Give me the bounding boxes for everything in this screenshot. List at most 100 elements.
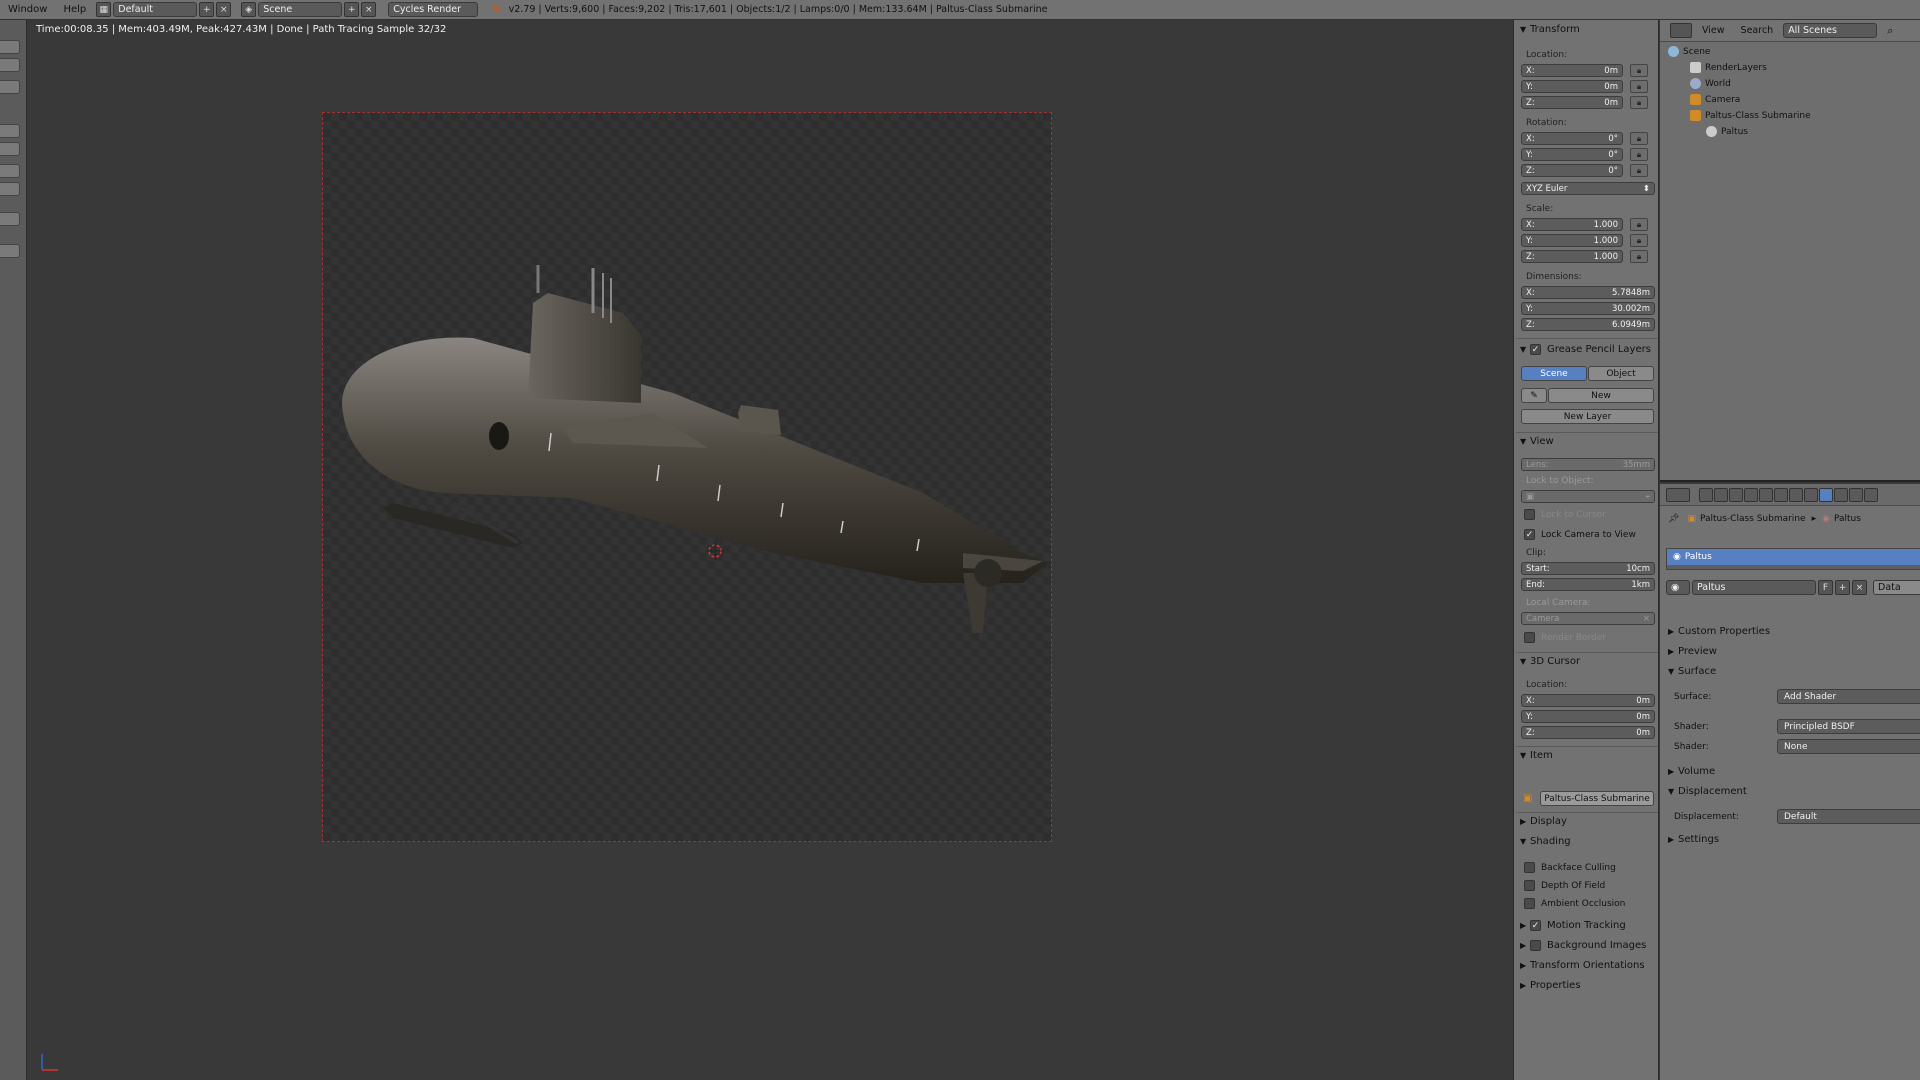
scene-field[interactable]: Scene: [258, 2, 343, 17]
scale-z-field[interactable]: Z: 1.000: [1521, 250, 1623, 263]
screen-layout-icon[interactable]: ▦: [96, 2, 112, 17]
render-tab-icon[interactable]: [1699, 487, 1713, 502]
lock-icon[interactable]: 🔒︎: [1630, 64, 1648, 77]
lock-to-cursor-checkbox[interactable]: Lock to Cursor: [1524, 509, 1606, 520]
outliner-search-menu[interactable]: Search: [1741, 25, 1774, 36]
material-slot[interactable]: ◉ Paltus: [1667, 549, 1920, 565]
tab-scene[interactable]: Scene: [1521, 366, 1587, 381]
pencil-icon[interactable]: ✎: [1521, 388, 1547, 403]
3d-cursor-header[interactable]: ▼ 3D Cursor: [1520, 656, 1580, 667]
cursor-y-field[interactable]: Y: 0m: [1521, 710, 1655, 723]
clip-end-field[interactable]: End: 1km: [1521, 578, 1655, 591]
object-tab-icon[interactable]: [1759, 487, 1773, 502]
lock-icon[interactable]: 🔒︎: [1630, 96, 1648, 109]
surface-header[interactable]: ▼ Surface: [1668, 666, 1716, 677]
rotation-x-field[interactable]: X: 0°: [1521, 132, 1623, 145]
cursor-z-field[interactable]: Z: 0m: [1521, 726, 1655, 739]
surface-field[interactable]: Add Shader: [1777, 689, 1920, 704]
view-header[interactable]: ▼ View: [1520, 436, 1554, 447]
depth-of-field-checkbox[interactable]: Depth Of Field: [1524, 880, 1605, 891]
displacement-header[interactable]: ▼ Displacement: [1668, 786, 1747, 797]
browse-material-icon[interactable]: ◉: [1666, 580, 1690, 595]
remove-layout-icon[interactable]: ×: [216, 2, 232, 17]
scale-x-field[interactable]: X: 1.000: [1521, 218, 1623, 231]
tool-tab-2[interactable]: [0, 58, 20, 72]
scene-icon[interactable]: ◈: [241, 2, 257, 17]
location-y-field[interactable]: Y: 0m: [1521, 80, 1623, 93]
breadcrumb-material[interactable]: Paltus: [1834, 514, 1861, 524]
rotation-z-field[interactable]: Z: 0°: [1521, 164, 1623, 177]
material-name-field[interactable]: Paltus: [1692, 580, 1816, 595]
menu-window[interactable]: Window: [0, 4, 55, 15]
fake-user-button[interactable]: F: [1818, 580, 1833, 595]
render-border-checkbox[interactable]: Render Border: [1524, 632, 1606, 643]
scene-tab-icon[interactable]: [1729, 487, 1743, 502]
outliner-row-scene[interactable]: Scene: [1668, 46, 1710, 57]
outliner-view-menu[interactable]: View: [1702, 25, 1725, 36]
tool-tab-1[interactable]: [0, 40, 20, 54]
search-icon[interactable]: ⌕: [1887, 24, 1893, 38]
backface-culling-checkbox[interactable]: Backface Culling: [1524, 862, 1616, 873]
rotation-mode-select[interactable]: XYZ Euler ⬍: [1521, 182, 1655, 195]
outliner-row-paltus[interactable]: Paltus: [1706, 126, 1748, 137]
lock-icon[interactable]: 🔒︎: [1630, 218, 1648, 231]
tool-tab-9[interactable]: [0, 244, 20, 258]
new-layer-button[interactable]: New Layer: [1521, 409, 1654, 424]
lock-icon[interactable]: 🔒︎: [1630, 250, 1648, 263]
dimension-y-field[interactable]: Y: 30.002m: [1521, 302, 1655, 315]
link-data-select[interactable]: Data: [1873, 580, 1920, 595]
location-x-field[interactable]: X: 0m: [1521, 64, 1623, 77]
display-mode-select[interactable]: All Scenes: [1783, 23, 1878, 38]
material-tab-icon[interactable]: [1819, 487, 1833, 502]
clip-start-field[interactable]: Start: 10cm: [1521, 562, 1655, 575]
properties-header[interactable]: ▶ Properties: [1520, 980, 1581, 991]
lock-camera-checkbox[interactable]: ✓ Lock Camera to View: [1524, 529, 1636, 540]
dimension-z-field[interactable]: Z: 6.0949m: [1521, 318, 1655, 331]
tool-tab-7[interactable]: [0, 182, 20, 196]
render-layers-tab-icon[interactable]: [1714, 487, 1728, 502]
render-engine-select[interactable]: Cycles Render: [388, 2, 479, 17]
tool-tab-6[interactable]: [0, 164, 20, 178]
motion-tracking-header[interactable]: ▶ ✓ Motion Tracking: [1520, 920, 1626, 931]
tool-tab-4[interactable]: [0, 124, 20, 138]
tool-tab-3[interactable]: [0, 80, 20, 94]
shader-field[interactable]: None: [1777, 739, 1920, 754]
menu-help[interactable]: Help: [55, 4, 94, 15]
transform-header[interactable]: ▼ Transform: [1520, 24, 1580, 35]
lock-object-field[interactable]: ▣ ⌖: [1521, 490, 1655, 503]
outliner-row-camera[interactable]: Camera: [1690, 94, 1740, 105]
preview-header[interactable]: ▶ Preview: [1668, 646, 1717, 657]
local-camera-field[interactable]: Camera ×: [1521, 612, 1655, 625]
3d-viewport[interactable]: Time:00:08.35 | Mem:403.49M, Peak:427.43…: [28, 20, 1512, 1080]
dimension-x-field[interactable]: X: 5.7848m: [1521, 286, 1655, 299]
tool-tab-8[interactable]: [0, 212, 20, 226]
rotation-y-field[interactable]: Y: 0°: [1521, 148, 1623, 161]
volume-header[interactable]: ▶ Volume: [1668, 766, 1715, 777]
shader-field[interactable]: Principled BSDF: [1777, 719, 1920, 734]
ambient-occlusion-checkbox[interactable]: Ambient Occlusion: [1524, 898, 1625, 909]
displacement-field[interactable]: Default: [1777, 809, 1920, 824]
add-material-icon[interactable]: +: [1835, 580, 1850, 595]
item-name-field[interactable]: Paltus-Class Submarine: [1540, 791, 1654, 806]
lock-icon[interactable]: 🔒︎: [1630, 234, 1648, 247]
display-header[interactable]: ▶ Display: [1520, 816, 1567, 827]
constraints-tab-icon[interactable]: [1774, 487, 1788, 502]
remove-scene-icon[interactable]: ×: [361, 2, 377, 17]
lock-icon[interactable]: 🔒︎: [1630, 80, 1648, 93]
pin-icon[interactable]: 📌︎: [1668, 514, 1679, 524]
data-tab-icon[interactable]: [1804, 487, 1818, 502]
outliner-row-renderlayers[interactable]: RenderLayers: [1690, 62, 1767, 73]
settings-header[interactable]: ▶ Settings: [1668, 834, 1719, 845]
outliner-row-submarine[interactable]: Paltus-Class Submarine: [1690, 110, 1811, 121]
shading-header[interactable]: ▼ Shading: [1520, 836, 1571, 847]
lock-icon[interactable]: 🔒︎: [1630, 148, 1648, 161]
transform-orientations-header[interactable]: ▶ Transform Orientations: [1520, 960, 1645, 971]
material-slot-list[interactable]: ◉ Paltus: [1666, 548, 1920, 570]
particles-tab-icon[interactable]: [1849, 487, 1863, 502]
modifiers-tab-icon[interactable]: [1789, 487, 1803, 502]
lens-field[interactable]: Lens: 35mm: [1521, 458, 1655, 471]
add-scene-icon[interactable]: +: [344, 2, 360, 17]
cursor-x-field[interactable]: X: 0m: [1521, 694, 1655, 707]
editor-type-icon[interactable]: [1666, 487, 1690, 502]
physics-tab-icon[interactable]: [1864, 487, 1878, 502]
